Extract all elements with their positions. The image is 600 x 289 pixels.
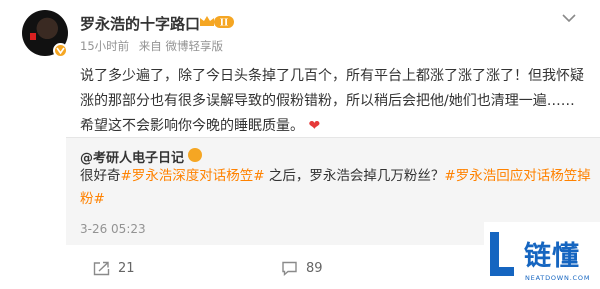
repost-time[interactable]: 3-26 05:23 bbox=[80, 222, 146, 236]
avatar-logo-mark bbox=[30, 33, 36, 40]
post-body: 说了多少遍了，除了今日头条掉了几百个，所有平台上都涨了涨了涨了！但我怀疑涨的那部… bbox=[80, 68, 584, 134]
repost-icon bbox=[93, 261, 110, 276]
repost-text-middle: 之后，罗永浩会掉几万粉丝？ bbox=[264, 168, 445, 184]
post-source: 来自 微博轻享版 bbox=[138, 39, 223, 53]
hashtag-link[interactable]: #罗永浩深度对话杨笠# bbox=[121, 168, 265, 184]
watermark-brand: 链懂 bbox=[524, 241, 580, 272]
watermark: 链懂 NEATDOWN.COM bbox=[484, 222, 600, 289]
comment-button[interactable]: 89 bbox=[281, 261, 323, 276]
repost-count: 21 bbox=[118, 261, 135, 276]
post-time[interactable]: 15小时前 bbox=[80, 39, 129, 53]
repost-author[interactable]: @考研人电子日记 bbox=[80, 147, 184, 166]
comment-count: 89 bbox=[306, 261, 323, 276]
post-meta: 15小时前 来自 微博轻享版 bbox=[80, 38, 229, 54]
heart-emoji-icon: ❤ bbox=[308, 118, 321, 134]
repost-text: 很好奇#罗永浩深度对话杨笠# 之后，罗永浩会掉几万粉丝？#罗永浩回应对话杨笠掉粉… bbox=[80, 165, 595, 211]
post-text: 说了多少遍了，除了今日头条掉了几百个，所有平台上都涨了涨了涨了！但我怀疑涨的那部… bbox=[80, 64, 585, 139]
level-badge-text: II bbox=[220, 19, 228, 29]
watermark-logo-icon bbox=[490, 232, 514, 276]
verified-badge-icon bbox=[53, 43, 68, 58]
chevron-down-icon[interactable] bbox=[562, 14, 576, 22]
comment-icon bbox=[282, 261, 297, 276]
post-author-name[interactable]: 罗永浩的十字路口 bbox=[80, 13, 200, 34]
watermark-site: NEATDOWN.COM bbox=[525, 274, 591, 282]
repost-text-prefix: 很好奇 bbox=[80, 168, 121, 184]
repost-verified-badge-icon bbox=[188, 148, 202, 162]
level-crown-badge-icon: II bbox=[200, 16, 234, 29]
repost-button[interactable]: 21 bbox=[93, 261, 135, 276]
